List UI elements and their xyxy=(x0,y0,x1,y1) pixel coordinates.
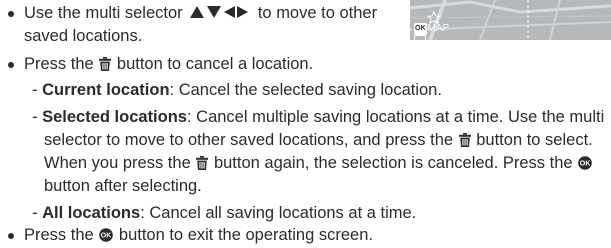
text-span: button again, the selection is canceled.… xyxy=(213,154,573,172)
text-span: selector to move to other saved location… xyxy=(44,131,454,149)
option-term: Current location xyxy=(42,81,170,99)
bullet-2-line: Press the button to cancel a location. xyxy=(24,54,313,75)
bullet-dot xyxy=(8,233,16,241)
option-all-locations: - All locations: Cancel all saving locat… xyxy=(32,203,416,224)
map-ok-label: OK MAP xyxy=(414,23,450,40)
text-span: to move to other xyxy=(257,4,378,22)
option-text: : Cancel all saving locations at a time. xyxy=(140,204,417,222)
option-text: : Cancel the selected saving location. xyxy=(169,81,442,99)
bullet-dot xyxy=(8,62,16,70)
text-span: Press the xyxy=(24,226,94,244)
ok-button-icon: OK xyxy=(578,156,592,170)
map-screen-thumbnail: OK MAP xyxy=(410,0,611,40)
option-text: : Cancel multiple saving locations at a … xyxy=(186,108,605,126)
bullet-1-line-2: saved locations. xyxy=(24,27,143,45)
option-selected-locations-line-4: button after selecting. xyxy=(44,177,202,195)
option-term: All locations xyxy=(42,204,141,222)
option-selected-locations-line-2: selector to move to other saved location… xyxy=(44,130,593,151)
svg-text:OK: OK xyxy=(580,161,591,168)
option-selected-locations: - Selected locations: Cancel multiple sa… xyxy=(32,107,604,128)
delete-icon xyxy=(458,133,471,147)
bullet-3-line: Press the OK button to exit the operatin… xyxy=(24,225,373,246)
text-span: When you press the xyxy=(44,154,191,172)
battery-icon xyxy=(414,35,426,40)
text-span: button to select. xyxy=(476,131,593,149)
option-selected-locations-line-3: When you press the button again, the sel… xyxy=(44,153,593,174)
svg-text:OK: OK xyxy=(101,233,112,240)
dash-mark: - xyxy=(32,108,43,126)
ok-label: OK xyxy=(414,23,427,35)
option-current-location: - Current location: Cancel the selected … xyxy=(32,80,442,101)
multi-selector-arrows-icon xyxy=(190,6,249,18)
text-span: Use the multi selector xyxy=(24,4,183,22)
text-span: Press the xyxy=(24,55,94,73)
dash-mark: - xyxy=(32,204,43,222)
text-span: button to exit the operating screen. xyxy=(118,226,373,244)
dash-mark: - xyxy=(32,81,43,99)
bullet-dot xyxy=(8,11,16,19)
delete-icon xyxy=(196,156,209,170)
bullet-1-line-1: Use the multi selector to move to other xyxy=(24,3,377,24)
option-term: Selected locations xyxy=(42,108,187,126)
text-span: button to cancel a location. xyxy=(116,55,314,73)
map-label: MAP xyxy=(427,23,450,34)
delete-icon xyxy=(99,57,112,71)
ok-button-icon: OK xyxy=(99,228,114,242)
